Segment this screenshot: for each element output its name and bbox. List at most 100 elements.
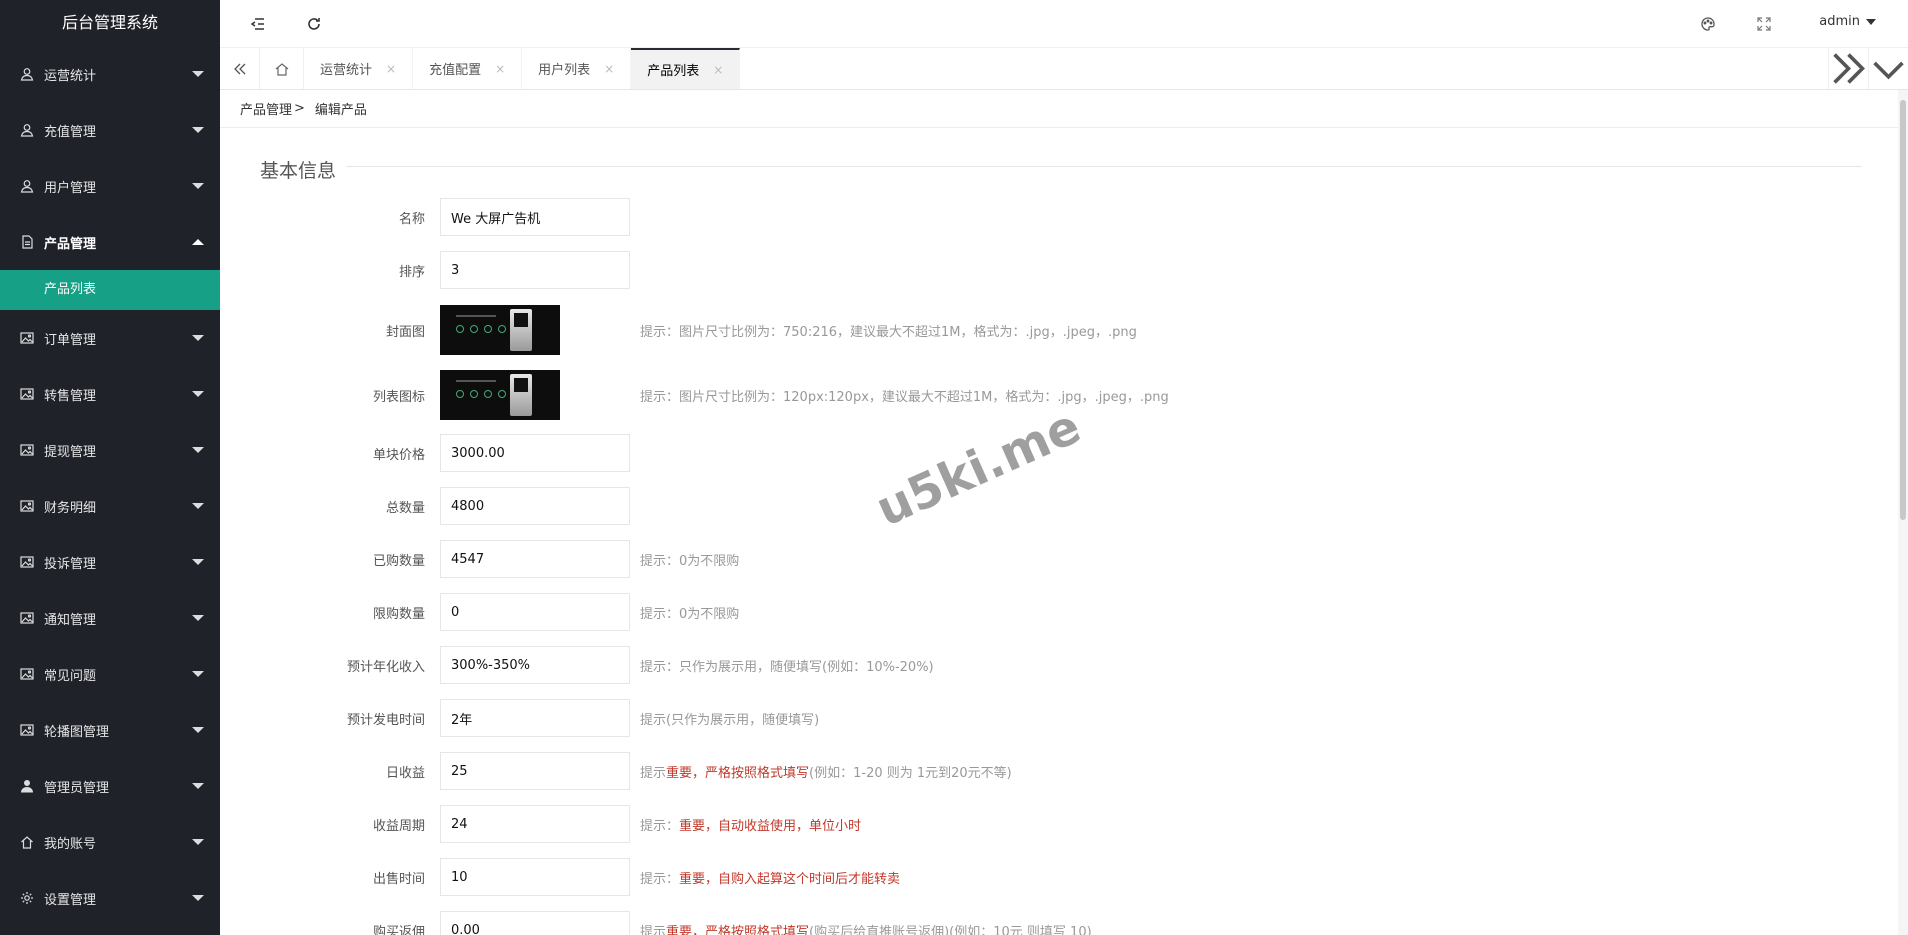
form-row: 收益周期 提示：重要，自动收益使用，单位小时 [220, 805, 1898, 843]
hint-important: 重要，自动收益使用，单位小时 [679, 818, 862, 834]
sidebar-item-10[interactable]: 常见问题 [0, 646, 220, 702]
sidebar-item-label: 提现管理 [44, 444, 97, 460]
sidebar-item-1[interactable]: 充值管理 [0, 102, 220, 158]
chevron-down-icon [192, 615, 204, 621]
fullscreen-icon[interactable] [1754, 14, 1774, 34]
field-label: 排序 [398, 264, 425, 280]
field-input[interactable] [440, 858, 630, 896]
sidebar-item-14[interactable]: 设置管理 [0, 870, 220, 926]
image-icon [20, 499, 34, 513]
close-icon[interactable]: × [386, 62, 396, 76]
tab-1[interactable]: 充值配置 × [413, 48, 523, 89]
tabs-scroll-right-icon[interactable] [1828, 48, 1868, 89]
tab-3[interactable]: 产品列表 × [631, 48, 741, 89]
sidebar-subitem-product-list[interactable]: 产品列表 [0, 270, 220, 310]
chevron-down-icon [192, 127, 204, 133]
form-row: 限购数量 提示：0为不限购 [220, 593, 1898, 631]
sidebar-item-0[interactable]: 运营统计 [0, 46, 220, 102]
home-tab-icon[interactable] [260, 48, 304, 89]
field-hint: 提示：只作为展示用，随便填写(例如：10%-20%) [640, 659, 934, 675]
field-input[interactable] [440, 540, 630, 578]
tab-label: 产品列表 [647, 64, 700, 79]
page-scrollbar[interactable] [1898, 90, 1908, 935]
user-menu[interactable]: admin [1819, 14, 1876, 29]
user-icon [20, 67, 34, 81]
sidebar-item-12[interactable]: 管理员管理 [0, 758, 220, 814]
field-label: 预计发电时间 [346, 712, 425, 728]
field-hint: 提示重要，严格按照格式填写(购买后给直推账号返佣)(例如：10元 则填写 10) [640, 921, 1092, 935]
tabs-dropdown-icon[interactable] [1868, 48, 1908, 89]
form-row: 日收益 提示重要，严格按照格式填写(例如：1-20 则为 1元到20元不等) [220, 752, 1898, 790]
breadcrumb-parent[interactable]: 产品管理 [240, 99, 292, 118]
sidebar-item-7[interactable]: 财务明细 [0, 478, 220, 534]
field-hint: 提示：图片尺寸比例为：750:216，建议最大不超过1M，格式为：.jpg，.j… [640, 324, 1137, 340]
field-input[interactable] [440, 487, 630, 525]
image-icon [20, 331, 34, 345]
toggle-sidebar-icon[interactable] [248, 14, 268, 34]
close-icon[interactable]: × [495, 62, 505, 76]
form-row: 封面图 提示：图片尺寸比例为：750:216，建议最大不超过1M，格式为：.jpg… [220, 304, 1898, 356]
tab-label: 充值配置 [429, 63, 482, 78]
field-input[interactable] [440, 646, 630, 684]
main-content: 基本信息 名称排序封面图 提示：图片尺寸比例为：750:216，建议最大不超过1M… [220, 128, 1898, 935]
sidebar-item-label: 轮播图管理 [44, 724, 110, 740]
image-upload[interactable] [440, 370, 560, 420]
breadcrumb-current: 编辑产品 [314, 103, 367, 118]
sidebar-item-2[interactable]: 用户管理 [0, 158, 220, 214]
field-label: 总数量 [385, 500, 425, 516]
tab-2[interactable]: 用户列表 × [522, 48, 632, 89]
hint-prefix: 提示 [640, 924, 667, 935]
form-row: 排序 [220, 251, 1898, 289]
thumb-decoration [456, 380, 496, 382]
field-label: 预计年化收入 [346, 659, 425, 675]
sidebar-item-label: 财务明细 [44, 500, 97, 516]
form-row: 总数量 [220, 487, 1898, 525]
close-icon[interactable]: × [604, 62, 614, 76]
chevron-down-icon [192, 727, 204, 733]
image-upload[interactable] [440, 305, 560, 355]
form-row: 预计年化收入 提示：只作为展示用，随便填写(例如：10%-20%) [220, 646, 1898, 684]
sidebar-item-8[interactable]: 投诉管理 [0, 534, 220, 590]
field-input[interactable] [440, 434, 630, 472]
tab-list: 运营统计 × 充值配置 × 用户列表 × 产品列表 × [304, 48, 741, 89]
tab-0[interactable]: 运营统计 × [304, 48, 414, 89]
sidebar-item-label: 设置管理 [44, 892, 97, 908]
field-input[interactable] [440, 699, 630, 737]
field-input[interactable] [440, 805, 630, 843]
sidebar-item-5[interactable]: 转售管理 [0, 366, 220, 422]
sidebar-item-4[interactable]: 订单管理 [0, 310, 220, 366]
page-tabs: 运营统计 × 充值配置 × 用户列表 × 产品列表 × [220, 48, 1908, 90]
field-input[interactable] [440, 752, 630, 790]
sidebar-item-label: 通知管理 [44, 612, 97, 628]
sidebar-item-label: 运营统计 [44, 68, 97, 84]
form-row: 已购数量 提示：0为不限购 [220, 540, 1898, 578]
gear-icon [20, 891, 34, 905]
sidebar-item-11[interactable]: 轮播图管理 [0, 702, 220, 758]
sidebar-item-label: 投诉管理 [44, 556, 97, 572]
sidebar-item-6[interactable]: 提现管理 [0, 422, 220, 478]
field-input[interactable] [440, 251, 630, 289]
theme-icon[interactable] [1698, 14, 1718, 34]
sidebar-item-9[interactable]: 通知管理 [0, 590, 220, 646]
field-input[interactable] [440, 198, 630, 236]
sidebar-item-label: 用户管理 [44, 180, 97, 196]
hint-important: 重要，自购入起算这个时间后才能转卖 [679, 871, 901, 887]
chevron-down-icon [192, 783, 204, 789]
sidebar-item-3[interactable]: 产品管理 [0, 214, 220, 270]
chevron-down-icon [192, 559, 204, 565]
close-icon[interactable]: × [713, 63, 723, 77]
field-input[interactable] [440, 593, 630, 631]
tabs-scroll-left-icon[interactable] [220, 48, 260, 89]
scrollbar-thumb[interactable] [1900, 100, 1906, 520]
field-input[interactable] [440, 911, 630, 935]
form-row: 单块价格 [220, 434, 1898, 472]
user-icon [20, 179, 34, 193]
image-icon [20, 443, 34, 457]
hint-prefix: 提示： [640, 818, 680, 834]
sidebar-item-13[interactable]: 我的账号 [0, 814, 220, 870]
thumb-decoration [456, 390, 506, 398]
field-label: 封面图 [385, 324, 425, 340]
field-hint: 提示：重要，自动收益使用，单位小时 [640, 815, 861, 834]
refresh-icon[interactable] [304, 14, 324, 34]
fieldset-legend: 基本信息 [250, 156, 347, 183]
